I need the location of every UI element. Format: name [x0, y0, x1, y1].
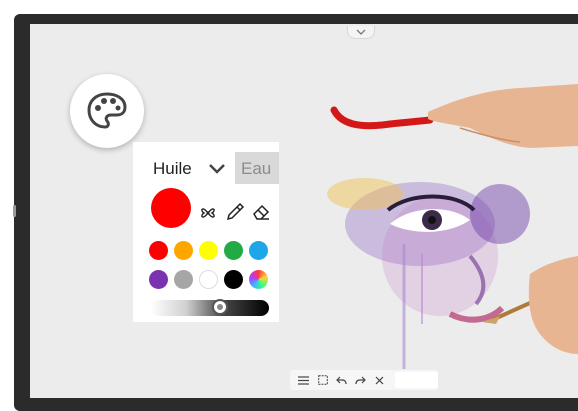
- swatch-purple[interactable]: [149, 270, 168, 289]
- close-icon[interactable]: [372, 372, 387, 388]
- swatch-gray[interactable]: [174, 270, 193, 289]
- tab-oil[interactable]: Huile: [133, 152, 235, 182]
- holding-hand: [528, 256, 578, 354]
- side-handle[interactable]: [13, 205, 16, 217]
- chevron-down-icon: [356, 29, 366, 35]
- swatch-blue[interactable]: [249, 241, 268, 260]
- red-paint-stroke: [330, 106, 434, 130]
- swatch-color-picker[interactable]: [249, 270, 268, 289]
- chevron-down-icon[interactable]: [207, 162, 227, 176]
- top-handle[interactable]: [347, 26, 375, 39]
- swatch-green[interactable]: [224, 241, 243, 260]
- bottom-toolbar: [290, 370, 438, 390]
- swatch-red[interactable]: [149, 241, 168, 260]
- eyedropper-icon[interactable]: [224, 201, 246, 223]
- fan-brush-icon[interactable]: [197, 202, 219, 224]
- brush-panel: Huile Eau: [133, 142, 279, 322]
- current-color-indicator[interactable]: [151, 188, 191, 228]
- swatch-orange[interactable]: [174, 241, 193, 260]
- palette-icon: [87, 92, 127, 129]
- redo-icon[interactable]: [353, 372, 368, 388]
- tab-water-label: Eau: [241, 159, 272, 178]
- undo-icon[interactable]: [334, 372, 349, 388]
- tab-water[interactable]: Eau: [235, 152, 279, 184]
- swatch-black[interactable]: [224, 270, 243, 289]
- eraser-icon[interactable]: [250, 201, 272, 223]
- toolbar-empty-area: [395, 372, 438, 388]
- opacity-slider[interactable]: [151, 299, 269, 316]
- swatch-yellow[interactable]: [199, 241, 218, 260]
- select-icon[interactable]: [315, 372, 330, 388]
- pointing-hand: [428, 84, 578, 148]
- menu-icon[interactable]: [296, 372, 311, 388]
- swatch-white[interactable]: [199, 270, 218, 289]
- opacity-slider-thumb[interactable]: [212, 299, 228, 315]
- tab-oil-label: Huile: [153, 159, 192, 178]
- palette-button[interactable]: [70, 74, 144, 148]
